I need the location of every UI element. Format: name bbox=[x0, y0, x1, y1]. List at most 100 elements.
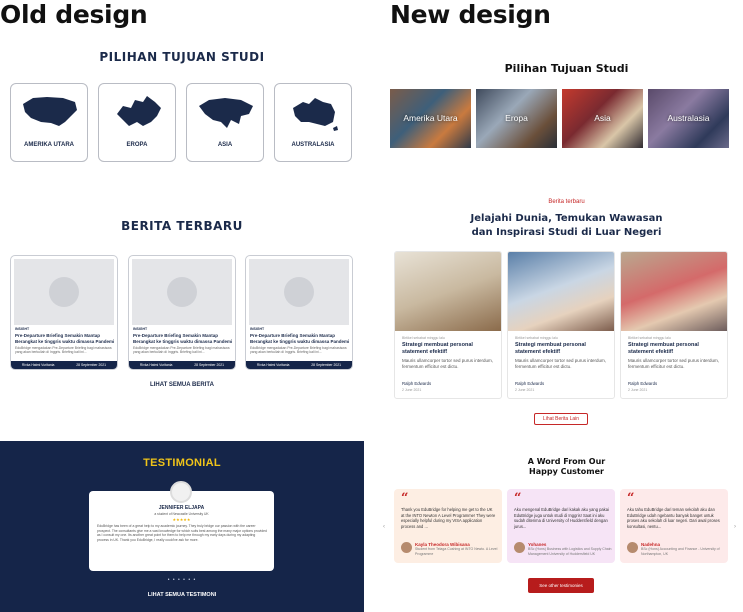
news-title: Strategi membuat personal statement efek… bbox=[515, 342, 586, 356]
news-author: Ralph Edwards bbox=[628, 381, 658, 386]
chevron-right-icon[interactable]: › bbox=[734, 524, 736, 530]
news-date: 2 June 2021 bbox=[402, 388, 422, 392]
old-see-all-testimonials-link[interactable]: LIHAT SEMUA TESTIMONI bbox=[0, 592, 364, 598]
news-meta: Blrtikel sebabat minggu lalu bbox=[402, 336, 445, 340]
testimonial-heading-line: A Word From Our bbox=[527, 457, 606, 466]
new-news-card[interactable]: Blrtikel sebabat minggu lalu Strategi me… bbox=[507, 251, 615, 399]
old-design-label: Old design bbox=[0, 0, 148, 29]
see-testimonies-button[interactable]: See other testimonies bbox=[528, 578, 594, 593]
avatar bbox=[401, 542, 412, 553]
quote-icon: “ bbox=[401, 491, 409, 506]
news-author: Ralph Edwards bbox=[515, 381, 545, 386]
news-category: INSIGHT bbox=[15, 327, 30, 331]
news-kicker: Berita terbaru bbox=[548, 199, 585, 205]
old-destinations-title: PILIHAN TUJUAN STUDI bbox=[99, 50, 265, 64]
testimonial-subtitle: a student of Newcastle University UK bbox=[154, 512, 209, 516]
new-dest-tile-asia[interactable]: Asia bbox=[562, 89, 643, 148]
dest-tile-label: Eropa bbox=[505, 112, 528, 123]
old-news-card[interactable]: INSIGHT Pre-Departure Briefing Semakin M… bbox=[10, 255, 118, 370]
old-dest-label: AUSTRALASIA bbox=[291, 142, 335, 148]
testimonial-text: Aku tahu EduBridge dari teman sekolah ak… bbox=[627, 507, 720, 530]
news-category: INSIGHT bbox=[133, 327, 148, 331]
news-title: Pre-Departure Briefing Semakin Mantap Be… bbox=[250, 333, 350, 344]
news-date: 2 June 2021 bbox=[515, 388, 535, 392]
testimonial-text: Aku mengenal EduBridge dari kakak aku ya… bbox=[514, 507, 609, 530]
testimonial-desc: BSc (Hons) Accounting and Finance - Univ… bbox=[641, 547, 720, 556]
news-excerpt: Mauris ullamcorper tortor sed purus inte… bbox=[515, 358, 607, 370]
news-footer: Rivka Hatmi Vuritania 28 September 2021 bbox=[246, 361, 352, 369]
testimonial-name: JENNIFER ELJAPA bbox=[158, 505, 205, 511]
news-excerpt: EduBridge mengadakan Pre-Departure Brief… bbox=[15, 346, 112, 355]
news-excerpt: EduBridge mengadakan Pre-Departure Brief… bbox=[133, 346, 230, 355]
news-footer: Rivka Hatmi Vuritania 28 September 2021 bbox=[129, 361, 235, 369]
old-testimonial-section: TESTIMONIAL JENNIFER ELJAPA a student of… bbox=[0, 441, 364, 612]
news-date: 28 September 2021 bbox=[76, 363, 107, 367]
news-title: Strategi membuat personal statement efek… bbox=[402, 342, 473, 356]
news-author: Rivka Hatmi Vuritania bbox=[256, 363, 290, 367]
image-placeholder bbox=[132, 259, 232, 325]
news-excerpt: Mauris ullamcorper tortor sed purus inte… bbox=[402, 358, 494, 370]
new-dest-tile-australasia[interactable]: Australasia bbox=[648, 89, 729, 148]
image-placeholder bbox=[14, 259, 114, 325]
news-image bbox=[395, 252, 501, 331]
old-news-card[interactable]: INSIGHT Pre-Departure Briefing Semakin M… bbox=[128, 255, 236, 370]
europe-map-icon bbox=[117, 96, 161, 126]
testimonial-card: “ Aku mengenal EduBridge dari kakak aku … bbox=[507, 489, 615, 563]
news-author: Rivka Hatmi Vuritania bbox=[21, 363, 55, 367]
carousel-dots[interactable]: • • • • • • bbox=[0, 577, 364, 583]
new-destinations-title: Pilihan Tujuan Studi bbox=[504, 62, 629, 75]
north-america-map-icon bbox=[23, 97, 77, 126]
avatar bbox=[627, 542, 638, 553]
avatar bbox=[170, 481, 192, 503]
old-testimonial-title: TESTIMONIAL bbox=[143, 457, 221, 469]
news-heading-line: Jelajahi Dunia, Temukan Wawasan bbox=[470, 213, 663, 224]
image-placeholder bbox=[249, 259, 349, 325]
old-testimonial-card: JENNIFER ELJAPA a student of Newcastle U… bbox=[89, 491, 274, 571]
news-author: Rivka Hatmi Vuritania bbox=[139, 363, 173, 367]
australia-map-icon bbox=[293, 98, 338, 131]
avatar bbox=[514, 542, 525, 553]
old-dest-label: ASIA bbox=[217, 142, 233, 148]
old-dest-label: EROPA bbox=[126, 142, 148, 148]
old-news-card[interactable]: INSIGHT Pre-Departure Briefing Semakin M… bbox=[245, 255, 353, 370]
new-news-card[interactable]: Blrtikel sebabat minggu lalu Strategi me… bbox=[394, 251, 502, 399]
news-excerpt: EduBridge mengadakan Pre-Departure Brief… bbox=[250, 346, 347, 355]
news-date: 28 September 2021 bbox=[311, 363, 342, 367]
testimonial-heading-line: Happy Customer bbox=[529, 466, 604, 476]
testimonial-card: “ Aku tahu EduBridge dari teman sekolah … bbox=[620, 489, 728, 563]
testimonial-desc: BSc (Hons) Business with Logistics and S… bbox=[528, 547, 612, 556]
news-title: Pre-Departure Briefing Semakin Mantap Be… bbox=[133, 333, 233, 344]
news-meta: Blrtikel sebabat minggu lalu bbox=[515, 336, 558, 340]
news-footer: Rivka Hatmi Vuritania 28 September 2021 bbox=[11, 361, 117, 369]
news-date: 28 September 2021 bbox=[194, 363, 225, 367]
camera-icon bbox=[167, 277, 197, 307]
news-meta: Blrtikel sebabat minggu lalu bbox=[628, 336, 671, 340]
testimonial-text: Thank you EduBridge for helping me get t… bbox=[401, 507, 496, 530]
old-dest-label: AMERIKA UTARA bbox=[24, 142, 74, 148]
news-author: Ralph Edwards bbox=[402, 381, 432, 386]
news-image bbox=[508, 252, 614, 331]
testimonial-text: EduBridge has been of a great help to my… bbox=[97, 524, 267, 542]
asia-map-icon bbox=[199, 98, 253, 128]
more-news-button[interactable]: Lihat Berita Lain bbox=[534, 413, 588, 425]
dest-tile-label: Amerika Utara bbox=[403, 112, 458, 123]
chevron-left-icon[interactable]: ‹ bbox=[383, 524, 385, 530]
new-dest-tile-amerika[interactable]: Amerika Utara bbox=[390, 89, 471, 148]
old-dest-card-eropa[interactable]: EROPA bbox=[98, 83, 176, 162]
quote-icon: “ bbox=[514, 491, 522, 506]
old-see-all-news-link[interactable]: LIHAT SEMUA BERITA bbox=[0, 382, 364, 388]
new-news-heading: Jelajahi Dunia, Temukan Wawasan dan Insp… bbox=[390, 212, 743, 239]
old-dest-card-asia[interactable]: ASIA bbox=[186, 83, 264, 162]
camera-icon bbox=[49, 277, 79, 307]
news-heading-line: dan Inspirasi Studi di Luar Negeri bbox=[471, 226, 662, 238]
new-news-card[interactable]: Blrtikel sebabat minggu lalu Strategi me… bbox=[620, 251, 728, 399]
dest-tile-label: Australasia bbox=[667, 112, 710, 123]
news-category: INSIGHT bbox=[250, 327, 265, 331]
testimonial-heading: A Word From Our Happy Customer bbox=[390, 457, 743, 476]
old-dest-card-australasia[interactable]: AUSTRALASIA bbox=[274, 83, 352, 162]
old-dest-card-amerika[interactable]: AMERIKA UTARA bbox=[10, 83, 88, 162]
new-dest-tile-eropa[interactable]: Eropa bbox=[476, 89, 557, 148]
dest-tile-label: Asia bbox=[594, 112, 611, 123]
old-news-title: BERITA TERBARU bbox=[121, 219, 243, 233]
news-date: 2 June 2021 bbox=[628, 388, 648, 392]
